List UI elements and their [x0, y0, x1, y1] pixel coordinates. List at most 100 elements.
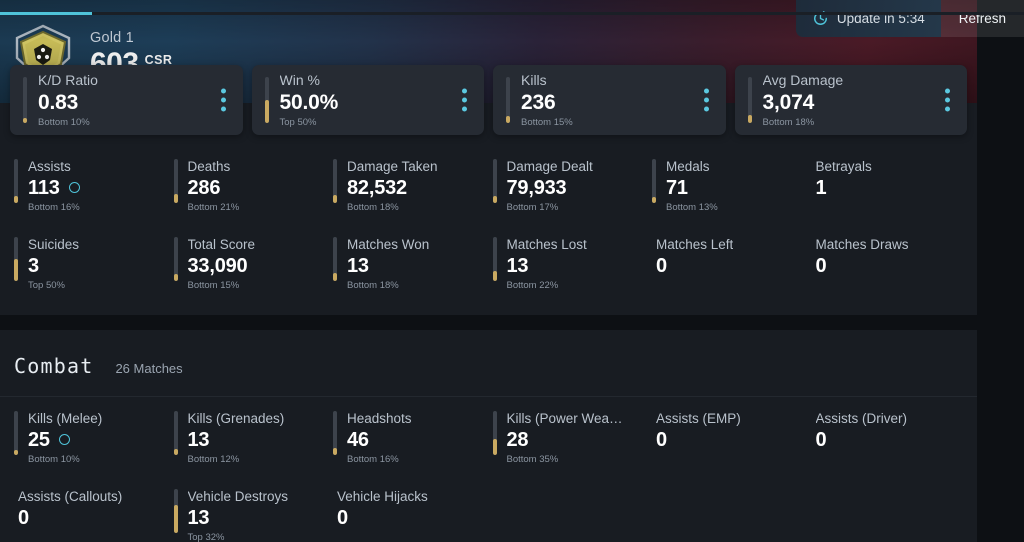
- stat-label: Matches Lost: [506, 236, 587, 252]
- stat-value-row: 286: [188, 176, 240, 200]
- stat-value-row: 0: [18, 506, 122, 530]
- combat-panel: Combat 26 Matches Kills (Melee) 25 Bottom …: [0, 329, 977, 542]
- stat-body: Avg Damage 3,074 Bottom 18%: [763, 72, 844, 128]
- stat-label: Damage Dealt: [506, 159, 593, 174]
- stat-body: K/D Ratio 0.83 Bottom 10%: [38, 72, 98, 128]
- stat-cell[interactable]: Assists (Callouts) 0: [10, 475, 170, 542]
- stat-value: 0: [337, 506, 348, 529]
- stat-label: Kills: [521, 72, 547, 89]
- stat-label: K/D Ratio: [38, 72, 98, 89]
- stat-cell[interactable]: Total Score 33,090 Bottom 15%: [170, 223, 330, 301]
- stat-percentile: Top 50%: [279, 116, 317, 128]
- stat-cell[interactable]: Assists (Driver) 0: [808, 397, 968, 475]
- content-column: Gold 1 603 CSR K/D Ratio 0.83 Bottom 10% Wi…: [0, 0, 977, 542]
- stat-cell[interactable]: Assists (EMP) 0: [648, 397, 808, 475]
- stat-value-row: 79,933: [507, 176, 593, 200]
- stat-label: Matches Draws: [815, 236, 909, 252]
- percentile-bar-fill: [506, 116, 510, 123]
- stat-value-row: 0: [656, 428, 741, 452]
- stat-body: Matches Won 13 Bottom 18%: [347, 237, 429, 291]
- stat-value: 50.0%: [279, 90, 339, 114]
- percentile-bar: [492, 410, 497, 455]
- stat-value-row: 71: [666, 176, 718, 200]
- percentile-bar: [506, 77, 510, 123]
- stat-cell[interactable]: Vehicle Destroys 13 Top 32%: [170, 475, 330, 542]
- kebab-menu-icon[interactable]: [945, 88, 950, 112]
- stat-value: 3,074: [762, 90, 815, 114]
- percentile-bar: [492, 159, 497, 203]
- stat-cell[interactable]: Damage Dealt 79,933 Bottom 17%: [489, 145, 649, 223]
- percentile-bar-fill: [747, 114, 752, 123]
- stat-value-row: 13: [188, 506, 289, 530]
- page-loading-bar: [0, 12, 1024, 15]
- refresh-button[interactable]: Refresh: [940, 0, 1024, 37]
- percentile-bar: [14, 159, 18, 203]
- stat-value-row: 0: [656, 254, 733, 278]
- stat-body: Damage Taken 82,532 Bottom 18%: [347, 159, 438, 213]
- percentile-bar: [23, 77, 27, 123]
- stat-label: Deaths: [187, 159, 231, 174]
- stat-label: Assists (EMP): [656, 410, 741, 426]
- stat-cell[interactable]: Headshots 46 Bottom 16%: [329, 397, 489, 475]
- kebab-menu-icon[interactable]: [703, 88, 709, 112]
- stat-cell[interactable]: Matches Left 0: [648, 223, 808, 301]
- stat-cell[interactable]: Kills (Power Wea… 28 Bottom 35%: [489, 397, 649, 475]
- stat-label: Headshots: [347, 410, 412, 426]
- stat-percentile: Top 50%: [28, 279, 65, 291]
- stat-value-row: 13: [347, 254, 429, 278]
- kebab-menu-icon[interactable]: [220, 88, 226, 112]
- update-timer-pill[interactable]: Update in 5:34: [795, 0, 941, 37]
- stat-percentile: Bottom 16%: [28, 201, 80, 213]
- stat-percentile: Top 32%: [187, 531, 225, 542]
- highlight-stat-card[interactable]: K/D Ratio 0.83 Bottom 10%: [10, 65, 243, 135]
- stat-value-row: 50.0%: [280, 90, 339, 115]
- stat-value: 28: [506, 428, 529, 451]
- highlight-stat-card[interactable]: Kills 236 Bottom 15%: [493, 65, 726, 135]
- stat-percentile: Bottom 17%: [506, 201, 559, 213]
- stat-cell[interactable]: Suicides 3 Top 50%: [10, 223, 170, 301]
- stat-cell[interactable]: Vehicle Hijacks 0: [329, 475, 489, 542]
- stat-value-row: 1: [816, 176, 872, 200]
- stat-percentile: Bottom 35%: [506, 453, 559, 465]
- percentile-bar-fill: [492, 195, 497, 203]
- percentile-bar: [333, 159, 337, 203]
- stat-percentile: Bottom 10%: [38, 116, 90, 128]
- stat-body: Deaths 286 Bottom 21%: [188, 159, 240, 213]
- stat-percentile: Bottom 15%: [521, 116, 573, 128]
- stat-percentile: Bottom 18%: [347, 201, 399, 213]
- stat-value: 3: [28, 254, 39, 277]
- stat-label: Kills (Power Wea…: [506, 410, 623, 426]
- stat-body: Kills (Power Wea… 28 Bottom 35%: [507, 411, 623, 465]
- percentile-bar-fill: [333, 195, 337, 203]
- stat-value: 46: [347, 428, 369, 451]
- stat-body: Total Score 33,090 Bottom 15%: [188, 237, 256, 291]
- highlight-stat-card[interactable]: Avg Damage 3,074 Bottom 18%: [734, 65, 967, 135]
- stat-value: 13: [506, 254, 529, 277]
- stat-cell[interactable]: Damage Taken 82,532 Bottom 18%: [329, 145, 489, 223]
- stat-cell[interactable]: Deaths 286 Bottom 21%: [170, 145, 330, 223]
- stat-cell[interactable]: Matches Won 13 Bottom 18%: [329, 223, 489, 301]
- stat-body: Vehicle Destroys 13 Top 32%: [188, 489, 289, 542]
- stat-percentile: Bottom 16%: [347, 453, 399, 465]
- stat-cell[interactable]: Matches Lost 13 Bottom 22%: [489, 223, 649, 301]
- overview-stats-panel: K/D Ratio 0.83 Bottom 10% Win % 50.0% Top 50%…: [0, 65, 977, 315]
- percentile-bar: [492, 236, 497, 281]
- stat-value: 0: [815, 254, 827, 277]
- stat-cell[interactable]: Kills (Melee) 25 Bottom 10%: [10, 397, 170, 475]
- highlight-stat-card[interactable]: Win % 50.0% Top 50%: [251, 65, 484, 135]
- stat-body: Assists (EMP) 0: [656, 411, 741, 465]
- halo-stats-page: Gold 1 603 CSR K/D Ratio 0.83 Bottom 10% Wi…: [0, 0, 1024, 542]
- stat-percentile: Bottom 12%: [187, 453, 240, 465]
- stat-cell[interactable]: Matches Draws 0: [808, 223, 968, 301]
- stat-cell[interactable]: Assists 113 Bottom 16%: [10, 145, 170, 223]
- kebab-menu-icon[interactable]: [462, 88, 467, 112]
- stat-cell[interactable]: Betrayals 1: [808, 145, 968, 223]
- percentile-bar-fill: [333, 447, 337, 455]
- stat-cell[interactable]: Medals 71 Bottom 13%: [648, 145, 808, 223]
- stat-value: 79,933: [506, 176, 567, 199]
- stat-value: 0: [656, 428, 667, 451]
- stat-body: Headshots 46 Bottom 16%: [347, 411, 412, 465]
- percentile-bar-fill: [333, 272, 337, 281]
- stat-cell[interactable]: Kills (Grenades) 13 Bottom 12%: [170, 397, 330, 475]
- stat-value-row: 0: [816, 428, 908, 452]
